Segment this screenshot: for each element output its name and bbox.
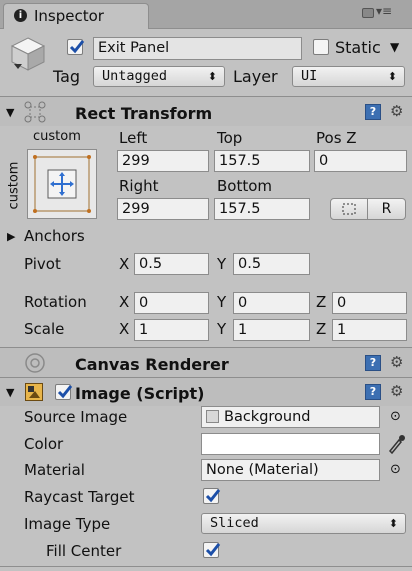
chevron-updown-icon: ⬍: [388, 517, 398, 530]
source-image-label: Source Image: [24, 408, 128, 426]
chevron-updown-icon: ⬍: [387, 70, 397, 83]
image-component-icon: [25, 383, 43, 405]
static-label: Static: [335, 38, 381, 57]
rect-transform-icon: [24, 101, 46, 127]
tag-dropdown[interactable]: Untagged ⬍: [93, 66, 225, 87]
pivot-y-input[interactable]: 0.5: [233, 253, 310, 275]
tab-inspector-label: Inspector: [34, 7, 104, 25]
foldout-expanded-icon[interactable]: ▼: [6, 106, 14, 119]
raycast-target-checkbox[interactable]: [203, 488, 221, 504]
pivot-x-input[interactable]: 0.5: [134, 253, 209, 275]
foldout-expanded-icon[interactable]: ▼: [6, 386, 14, 399]
material-field[interactable]: None (Material): [201, 459, 380, 481]
sprite-icon: [206, 410, 219, 423]
rotation-x-input[interactable]: 0: [134, 292, 209, 314]
lock-icon[interactable]: [362, 8, 374, 18]
raycast-target-label: Raycast Target: [24, 488, 135, 506]
gear-icon[interactable]: ⚙: [390, 103, 403, 119]
tab-menu-icon[interactable]: ▾≡: [376, 4, 392, 18]
help-icon[interactable]: ?: [365, 104, 381, 120]
scale-label: Scale: [24, 320, 65, 338]
bottom-label: Bottom: [217, 177, 273, 195]
rotation-z-label: Z: [316, 293, 327, 311]
layer-value: UI: [301, 68, 318, 84]
layer-dropdown[interactable]: UI ⬍: [292, 66, 405, 87]
raw-edit-label: R: [381, 201, 392, 217]
scale-z-label: Z: [316, 320, 327, 338]
fill-center-checkbox[interactable]: [203, 542, 221, 558]
gear-icon[interactable]: ⚙: [390, 354, 403, 370]
object-picker-icon[interactable]: ⊙: [390, 462, 401, 477]
pivot-y-label: Y: [217, 255, 227, 273]
pivot-label: Pivot: [24, 255, 61, 273]
gameobject-name-input[interactable]: Exit Panel: [93, 37, 302, 60]
top-input[interactable]: 157.5: [214, 150, 310, 172]
rotation-y-label: Y: [217, 293, 227, 311]
foldout-collapsed-icon[interactable]: ▶: [7, 230, 15, 243]
chevron-updown-icon: ⬍: [207, 70, 217, 83]
static-dropdown-icon[interactable]: ▼: [390, 40, 399, 54]
layer-label: Layer: [233, 67, 278, 86]
bottom-input[interactable]: 157.5: [214, 198, 310, 220]
posz-input[interactable]: 0: [314, 150, 407, 172]
tag-label: Tag: [53, 67, 81, 86]
tag-value: Untagged: [102, 68, 168, 84]
scale-y-input[interactable]: 1: [233, 319, 310, 341]
left-input[interactable]: 299: [117, 150, 209, 172]
posz-label: Pos Z: [316, 129, 357, 147]
blueprint-mode-button[interactable]: [330, 198, 368, 220]
separator: [0, 566, 412, 567]
info-icon: i: [14, 9, 27, 22]
scale-y-label: Y: [217, 320, 227, 338]
help-icon[interactable]: ?: [365, 384, 381, 400]
active-checkbox[interactable]: [67, 39, 85, 55]
image-type-value: Sliced: [210, 515, 259, 531]
left-label: Left: [119, 129, 148, 147]
image-enabled-checkbox[interactable]: [55, 384, 73, 400]
scale-z-input[interactable]: 1: [332, 319, 407, 341]
canvas-renderer-title: Canvas Renderer: [75, 355, 229, 374]
gear-icon[interactable]: ⚙: [390, 383, 403, 399]
static-checkbox[interactable]: [313, 39, 329, 55]
anchor-preset-top-label: custom: [33, 129, 81, 144]
rotation-label: Rotation: [24, 293, 87, 311]
material-label: Material: [24, 461, 85, 479]
scale-x-input[interactable]: 1: [134, 319, 209, 341]
top-label: Top: [217, 129, 243, 147]
object-picker-icon[interactable]: ⊙: [390, 409, 401, 424]
source-image-field[interactable]: Background: [201, 406, 380, 428]
color-swatch[interactable]: [201, 433, 380, 455]
eyedropper-icon[interactable]: [386, 432, 406, 458]
anchor-preset-button[interactable]: [27, 149, 97, 219]
rotation-x-label: X: [119, 293, 130, 311]
image-type-label: Image Type: [24, 515, 111, 533]
right-input[interactable]: 299: [117, 198, 209, 220]
pivot-x-label: X: [119, 255, 130, 273]
rotation-z-input[interactable]: 0: [332, 292, 407, 314]
anchor-preset-side-label: custom: [6, 161, 22, 210]
canvas-renderer-icon: [24, 352, 46, 378]
tab-inspector[interactable]: i Inspector: [3, 3, 149, 29]
help-icon[interactable]: ?: [365, 355, 381, 371]
color-label: Color: [24, 435, 64, 453]
gameobject-icon: [10, 36, 46, 80]
anchors-label[interactable]: Anchors: [24, 227, 85, 245]
scale-x-label: X: [119, 320, 130, 338]
fill-center-label: Fill Center: [46, 542, 122, 560]
right-label: Right: [119, 177, 159, 195]
raw-edit-button[interactable]: R: [368, 198, 406, 220]
source-image-value: Background: [224, 409, 311, 425]
image-script-title: Image (Script): [75, 384, 205, 403]
rotation-y-input[interactable]: 0: [233, 292, 310, 314]
image-type-dropdown[interactable]: Sliced ⬍: [201, 513, 406, 534]
rect-transform-title: Rect Transform: [75, 104, 213, 123]
